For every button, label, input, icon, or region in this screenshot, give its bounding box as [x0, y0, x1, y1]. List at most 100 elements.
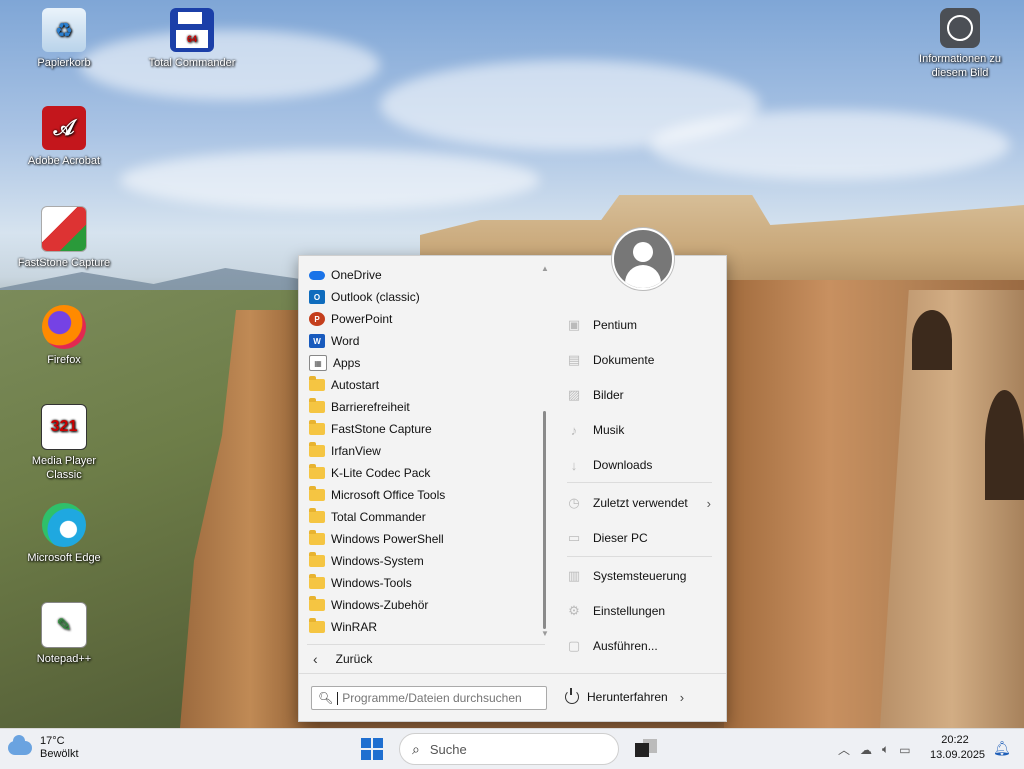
- right-item-this-pc[interactable]: ▭ Dieser PC: [567, 526, 717, 550]
- outlook-icon: O: [309, 290, 325, 304]
- program-folder-windows-system[interactable]: Windows-System: [299, 550, 549, 572]
- program-folder-faststone[interactable]: FastStone Capture: [299, 418, 549, 440]
- start-button[interactable]: [361, 738, 383, 760]
- back-button[interactable]: ‹ Zurück: [299, 647, 549, 671]
- faststone-icon: [41, 206, 87, 252]
- search-icon: ⌕: [412, 740, 420, 757]
- folder-icon: [309, 376, 325, 391]
- right-item-pentium[interactable]: ▣ Pentium: [567, 313, 717, 337]
- folder-icon: [309, 464, 325, 479]
- divider: [567, 482, 712, 483]
- program-item-powerpoint[interactable]: P PowerPoint: [299, 308, 549, 330]
- right-item-control-panel[interactable]: ▥ Systemsteuerung: [567, 564, 717, 588]
- adobe-acrobat-icon: 𝒜: [42, 106, 86, 150]
- folder-icon: [309, 618, 325, 633]
- right-item-musik[interactable]: ♪ Musik: [567, 418, 717, 442]
- system-tray: ︿ ☁ 🔈︎ ▭: [838, 741, 911, 758]
- program-folder-klite[interactable]: K-Lite Codec Pack: [299, 462, 549, 484]
- weather-desc: Bewölkt: [40, 748, 79, 760]
- desktop-icon-notepadpp[interactable]: ✎ Notepad++: [14, 602, 114, 666]
- clock-date: 13.09.2025: [930, 749, 986, 761]
- program-search-input[interactable]: [342, 691, 533, 705]
- desktop-icon-recycle-bin[interactable]: ♻ Papierkorb: [14, 8, 114, 70]
- desktop-icon-faststone[interactable]: FastStone Capture: [14, 206, 114, 270]
- right-item-dokumente[interactable]: ▤ Dokumente: [567, 348, 717, 372]
- program-folder-total-commander[interactable]: Total Commander: [299, 506, 549, 528]
- edge-icon: [42, 503, 86, 547]
- desktop-icon-edge[interactable]: Microsoft Edge: [14, 503, 114, 565]
- camera-info-icon: [940, 8, 980, 48]
- task-view-button[interactable]: [635, 739, 657, 757]
- notification-bell-icon[interactable]: 🔔︎: [993, 740, 1011, 757]
- clapperboard-icon: 321: [41, 404, 87, 450]
- program-folder-windows-zubehoer[interactable]: Windows-Zubehör: [299, 594, 549, 616]
- chevron-right-icon[interactable]: ›: [680, 690, 684, 705]
- network-offline-icon[interactable]: ☁: [860, 743, 872, 757]
- weather-widget[interactable]: 17°C Bewölkt: [8, 735, 79, 761]
- word-icon: W: [309, 334, 325, 348]
- program-list-scrollbar[interactable]: [543, 411, 546, 629]
- display-icon[interactable]: ▭: [899, 743, 910, 757]
- music-icon: ♪: [570, 422, 578, 438]
- onedrive-icon: [309, 270, 325, 280]
- right-item-recent[interactable]: ◷ Zuletzt verwendet ›: [567, 491, 717, 515]
- taskbar: 17°C Bewölkt ⌕ Suche ︿ ☁ 🔈︎ ▭ 20:22 13.0…: [0, 728, 1024, 769]
- program-item-apps[interactable]: ▦ Apps: [299, 352, 549, 374]
- right-item-downloads[interactable]: ↓ Downloads: [567, 453, 717, 477]
- speaker-icon[interactable]: 🔈︎: [882, 742, 889, 757]
- taskbar-search[interactable]: ⌕ Suche: [399, 733, 619, 765]
- program-folder-powershell[interactable]: Windows PowerShell: [299, 528, 549, 550]
- power-icon: [565, 688, 579, 704]
- right-item-settings[interactable]: ⚙ Einstellungen: [567, 599, 717, 623]
- floppy-disk-icon: 64: [170, 8, 214, 52]
- folder-icon: [309, 442, 325, 457]
- program-folder-winrar[interactable]: WinRAR: [299, 616, 549, 638]
- folder-icon: [309, 398, 325, 413]
- program-folder-autostart[interactable]: Autostart: [299, 374, 549, 396]
- desktop-icon-firefox[interactable]: Firefox: [14, 305, 114, 367]
- divider: [307, 644, 545, 645]
- program-list: OneDrive O Outlook (classic) P PowerPoin…: [299, 264, 549, 644]
- folder-icon: [309, 486, 325, 501]
- apps-grid-icon: ▦: [309, 355, 327, 371]
- start-menu-bottom-bar: 🔍︎ Herunterfahren ›: [299, 673, 726, 722]
- program-item-outlook[interactable]: O Outlook (classic): [299, 286, 549, 308]
- right-item-bilder[interactable]: ▨ Bilder: [567, 383, 717, 407]
- start-menu: OneDrive O Outlook (classic) P PowerPoin…: [298, 228, 727, 722]
- program-folder-barrierefreiheit[interactable]: Barrierefreiheit: [299, 396, 549, 418]
- folder-icon: [309, 596, 325, 611]
- gear-icon: ⚙: [568, 603, 580, 618]
- picture-icon: ▨: [567, 387, 581, 402]
- notepad-plus-icon: ✎: [41, 602, 87, 648]
- folder-icon: [309, 508, 325, 523]
- scroll-up-arrow[interactable]: ▲: [541, 264, 549, 273]
- desktop-icon-media-player[interactable]: 321 Media Player Classic: [14, 404, 114, 482]
- recycle-bin-icon: ♻: [42, 8, 86, 52]
- weather-temp: 17°C: [40, 735, 65, 747]
- scroll-down-arrow[interactable]: ▼: [541, 629, 549, 638]
- program-item-word[interactable]: W Word: [299, 330, 549, 352]
- control-panel-icon: ▥: [567, 568, 581, 583]
- folder-icon: [309, 552, 325, 567]
- program-folder-office-tools[interactable]: Microsoft Office Tools: [299, 484, 549, 506]
- folder-icon: [309, 574, 325, 589]
- powerpoint-icon: P: [309, 312, 325, 326]
- divider: [567, 556, 712, 557]
- right-item-run[interactable]: ▢ Ausführen...: [567, 634, 717, 658]
- desktop-icon-image-info[interactable]: Informationen zu diesem Bild: [910, 8, 1010, 80]
- program-folder-windows-tools[interactable]: Windows-Tools: [299, 572, 549, 594]
- program-folder-irfanview[interactable]: IrfanView: [299, 440, 549, 462]
- user-avatar[interactable]: [612, 228, 674, 290]
- chevron-up-icon[interactable]: ︿: [838, 741, 850, 758]
- desktop-icon-total-commander[interactable]: 64 Total Commander: [142, 8, 242, 70]
- clock[interactable]: 20:22 13.09.2025: [930, 733, 986, 763]
- chevron-right-icon: ›: [706, 495, 711, 511]
- shutdown-button[interactable]: Herunterfahren ›: [565, 686, 684, 708]
- desktop-icon-adobe-acrobat[interactable]: 𝒜 Adobe Acrobat: [14, 106, 114, 168]
- folder-icon: [309, 420, 325, 435]
- clock-time: 20:22: [941, 734, 969, 746]
- run-icon: ▢: [567, 638, 581, 653]
- cloud-icon: [8, 735, 32, 755]
- program-search-box[interactable]: 🔍︎: [311, 686, 547, 710]
- program-item-onedrive[interactable]: OneDrive: [299, 264, 549, 286]
